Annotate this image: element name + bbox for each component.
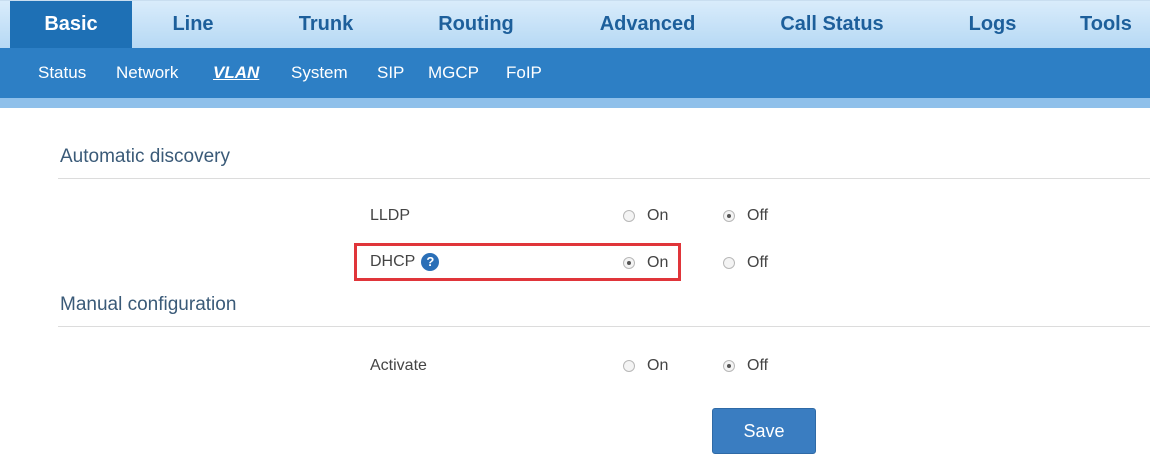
lldp-on-radio[interactable]: On [623, 207, 668, 225]
subnav-vlan[interactable]: VLAN [213, 48, 259, 98]
tab-call-status[interactable]: Call Status [752, 1, 912, 49]
radio-button-icon [623, 360, 635, 372]
tab-logs[interactable]: Logs [940, 1, 1045, 49]
radio-button-checked-icon [723, 210, 735, 222]
tab-routing[interactable]: Routing [405, 1, 547, 49]
radio-label: Off [747, 207, 769, 224]
save-button[interactable]: Save [712, 408, 816, 454]
lldp-off-radio[interactable]: Off [723, 207, 768, 225]
radio-label: Off [747, 254, 769, 271]
subnav-foip[interactable]: FoIP [506, 48, 542, 98]
subnav-sip[interactable]: SIP [377, 48, 404, 98]
radio-button-icon [723, 257, 735, 269]
radio-label: Off [747, 357, 769, 374]
lldp-label: LLDP [370, 207, 411, 224]
subnav-status[interactable]: Status [38, 48, 86, 98]
radio-button-checked-icon [723, 360, 735, 372]
subnav-network[interactable]: Network [116, 48, 178, 98]
dhcp-off-radio[interactable]: Off [723, 254, 768, 272]
radio-label: On [647, 207, 669, 224]
activate-label: Activate [370, 357, 427, 374]
tab-trunk[interactable]: Trunk [262, 1, 390, 49]
tab-basic[interactable]: Basic [10, 1, 132, 49]
subnav-mgcp[interactable]: MGCP [428, 48, 479, 98]
activate-on-radio[interactable]: On [623, 357, 668, 375]
sub-nav: Status Network VLAN System SIP MGCP FoIP [0, 48, 1150, 108]
top-nav: Basic Line Trunk Routing Advanced Call S… [0, 0, 1150, 49]
section-title-automatic-discovery: Automatic discovery [60, 146, 231, 167]
tab-advanced[interactable]: Advanced [575, 1, 720, 49]
tab-line[interactable]: Line [132, 1, 254, 49]
dhcp-highlight-box [354, 243, 681, 281]
radio-label: On [647, 357, 669, 374]
radio-button-icon [623, 210, 635, 222]
subnav-system[interactable]: System [291, 48, 348, 98]
tab-tools[interactable]: Tools [1080, 1, 1150, 49]
activate-off-radio[interactable]: Off [723, 357, 768, 375]
section-divider [58, 178, 1150, 179]
section-divider [58, 326, 1150, 327]
section-title-manual-configuration: Manual configuration [60, 294, 237, 315]
